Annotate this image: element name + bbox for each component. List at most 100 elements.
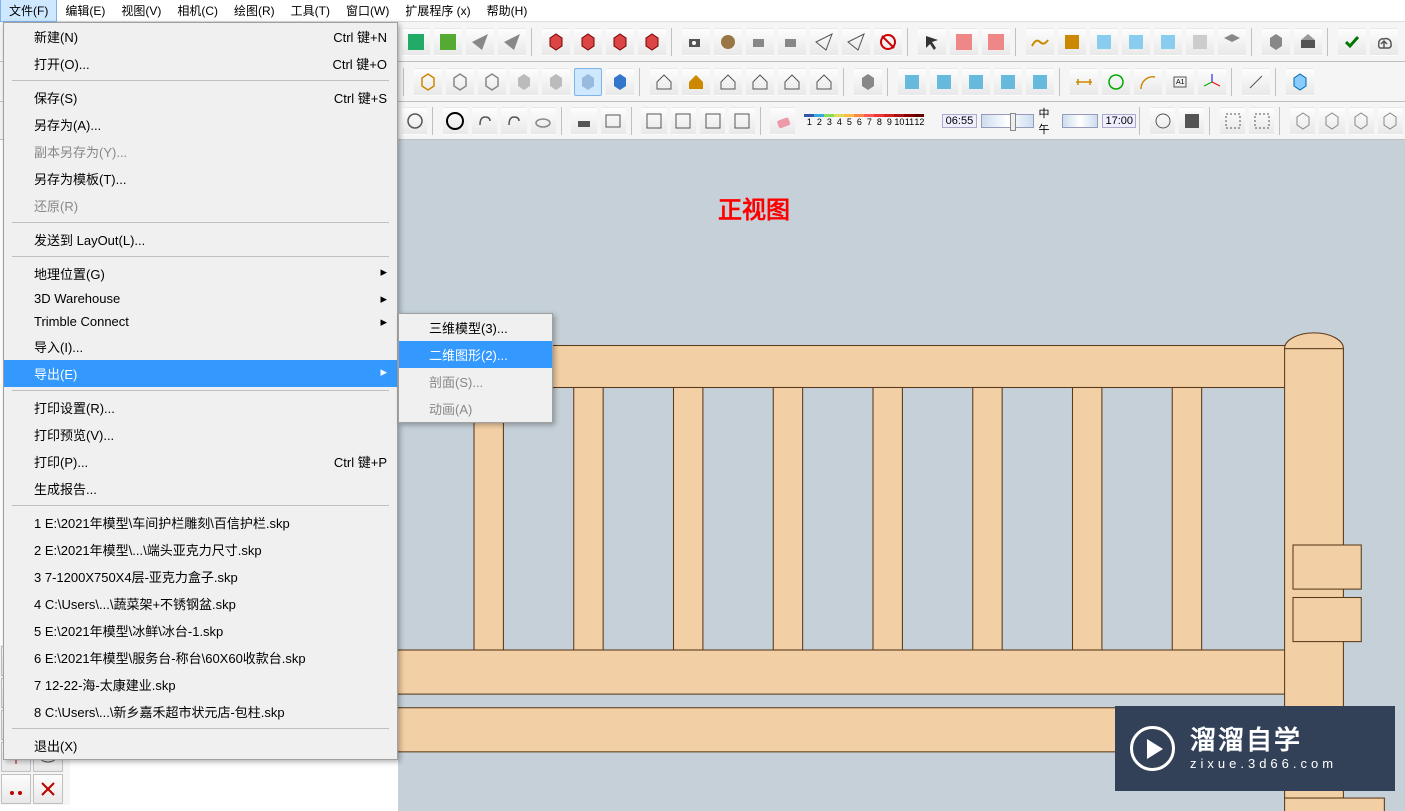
time-slider[interactable] xyxy=(981,114,1035,128)
tb-sand2-icon[interactable] xyxy=(1058,28,1086,56)
tb-r3-g-icon[interactable] xyxy=(1349,107,1374,135)
menu-trimble[interactable]: Trimble Connect▸ xyxy=(4,310,397,333)
menu-recent-3[interactable]: 3 7-1200X750X4层-亚克力盒子.skp xyxy=(4,563,397,590)
tb-dim4-icon[interactable]: A1 xyxy=(1166,68,1194,96)
menu-save[interactable]: 保存(S)Ctrl 键+S xyxy=(4,84,397,111)
export-2d[interactable]: 二维图形(2)... xyxy=(399,341,552,368)
tb-r3-5-icon[interactable] xyxy=(531,107,556,135)
menu-print[interactable]: 打印(P)...Ctrl 键+P xyxy=(4,448,397,475)
tb-sand3-icon[interactable] xyxy=(1090,28,1118,56)
menu-draw[interactable]: 绘图(R) xyxy=(226,0,283,21)
shadow-timebar[interactable]: 1 2 3 4 5 6 7 8 9 10 11 12 xyxy=(804,110,924,132)
tb-r3-7-icon[interactable] xyxy=(601,107,626,135)
menu-new[interactable]: 新建(N)Ctrl 键+N xyxy=(4,23,397,50)
tb-cam7-icon[interactable] xyxy=(874,28,902,56)
tb-r3-1-icon[interactable] xyxy=(402,107,427,135)
export-3d[interactable]: 三维模型(3)... xyxy=(399,314,552,341)
tb-lay1-icon[interactable] xyxy=(898,68,926,96)
menu-printsetup[interactable]: 打印设置(R)... xyxy=(4,394,397,421)
tb-r3-2-icon[interactable] xyxy=(443,107,468,135)
tb-house3-icon[interactable] xyxy=(714,68,742,96)
tb-sand6-icon[interactable] xyxy=(1186,28,1214,56)
menu-file[interactable]: 文件(F) xyxy=(0,0,57,22)
tb-house5-icon[interactable] xyxy=(778,68,806,96)
tb-comp4-icon[interactable] xyxy=(638,28,666,56)
tb-dim2-icon[interactable] xyxy=(1102,68,1130,96)
menu-view[interactable]: 视图(V) xyxy=(113,0,169,21)
tb-house4-icon[interactable] xyxy=(746,68,774,96)
time-slider2[interactable] xyxy=(1062,114,1098,128)
tb-lay2-icon[interactable] xyxy=(930,68,958,96)
menu-3dwh[interactable]: 3D Warehouse▸ xyxy=(4,287,397,310)
tb-r3-a-icon[interactable] xyxy=(1150,107,1175,135)
tb-cube-icon[interactable] xyxy=(1286,68,1314,96)
tb-lay5-icon[interactable] xyxy=(1026,68,1054,96)
tb-box4-icon[interactable] xyxy=(510,68,538,96)
menu-window[interactable]: 窗口(W) xyxy=(338,0,397,21)
menu-recent-4[interactable]: 4 C:\Users\...\蔬菜架+不锈钢盆.skp xyxy=(4,590,397,617)
tb-cam2-icon[interactable] xyxy=(714,28,742,56)
time-end[interactable]: 17:00 xyxy=(1102,114,1136,128)
tb-wh2-icon[interactable] xyxy=(1294,28,1322,56)
sidetool-walk[interactable] xyxy=(1,774,31,804)
tb-comp1-icon[interactable] xyxy=(542,28,570,56)
tb-house6-icon[interactable] xyxy=(810,68,838,96)
tb-r3-6-icon[interactable] xyxy=(571,107,596,135)
tb-eraser-icon[interactable] xyxy=(770,107,795,135)
menu-recent-6[interactable]: 6 E:\2021年模型\服务台-称台\60X60收款台.skp xyxy=(4,644,397,671)
tb-cam4-icon[interactable] xyxy=(778,28,806,56)
menu-ext[interactable]: 扩展程序 (x) xyxy=(397,0,478,21)
tb-r3-9-icon[interactable] xyxy=(671,107,696,135)
tb-sel1-icon[interactable] xyxy=(918,28,946,56)
tb-cam5-icon[interactable] xyxy=(810,28,838,56)
tb-box5-icon[interactable] xyxy=(542,68,570,96)
tb-box1-icon[interactable] xyxy=(414,68,442,96)
tb-cam3-icon[interactable] xyxy=(746,28,774,56)
tb-r3-d-icon[interactable] xyxy=(1249,107,1274,135)
sidetool-x[interactable] xyxy=(33,774,63,804)
tb-sel3-icon[interactable] xyxy=(982,28,1010,56)
viewport[interactable]: 正视图 溜溜自学 xyxy=(398,140,1405,811)
tb-house1-icon[interactable] xyxy=(650,68,678,96)
tb-map-icon[interactable] xyxy=(434,28,462,56)
tb-wh1-icon[interactable] xyxy=(1262,28,1290,56)
tb-geo-icon[interactable] xyxy=(402,28,430,56)
tb-house2-icon[interactable] xyxy=(682,68,710,96)
menu-camera[interactable]: 相机(C) xyxy=(169,0,226,21)
tb-lay3-icon[interactable] xyxy=(962,68,990,96)
menu-geoloc[interactable]: 地理位置(G)▸ xyxy=(4,260,397,287)
tb-r3-e-icon[interactable] xyxy=(1290,107,1315,135)
tb-comp2-icon[interactable] xyxy=(574,28,602,56)
tb-box3-icon[interactable] xyxy=(478,68,506,96)
tb-r3-h-icon[interactable] xyxy=(1378,107,1403,135)
tb-lay4-icon[interactable] xyxy=(994,68,1022,96)
tb-r3-f-icon[interactable] xyxy=(1319,107,1344,135)
tb-comp3-icon[interactable] xyxy=(606,28,634,56)
tb-r3-3-icon[interactable] xyxy=(472,107,497,135)
tb-cam6-icon[interactable] xyxy=(842,28,870,56)
tb-send-icon[interactable] xyxy=(466,28,494,56)
tb-axes-icon[interactable] xyxy=(1198,68,1226,96)
tb-box6-icon[interactable] xyxy=(574,68,602,96)
menu-open[interactable]: 打开(O)...Ctrl 键+O xyxy=(4,50,397,77)
tb-sand5-icon[interactable] xyxy=(1154,28,1182,56)
tb-r3-c-icon[interactable] xyxy=(1220,107,1245,135)
tb-sand1-icon[interactable] xyxy=(1026,28,1054,56)
menu-export[interactable]: 导出(E)▸ xyxy=(4,360,397,387)
menu-savetpl[interactable]: 另存为模板(T)... xyxy=(4,165,397,192)
menu-saveas[interactable]: 另存为(A)... xyxy=(4,111,397,138)
time-start[interactable]: 06:55 xyxy=(942,114,976,128)
tb-dim1-icon[interactable] xyxy=(1070,68,1098,96)
tb-sand7-icon[interactable] xyxy=(1218,28,1246,56)
tb-dim3-icon[interactable] xyxy=(1134,68,1162,96)
menu-genreport[interactable]: 生成报告... xyxy=(4,475,397,502)
tb-cloud-icon[interactable] xyxy=(1370,28,1398,56)
menu-recent-5[interactable]: 5 E:\2021年模型\冰鲜\冰台-1.skp xyxy=(4,617,397,644)
tb-send2-icon[interactable] xyxy=(498,28,526,56)
tb-r3-11-icon[interactable] xyxy=(729,107,754,135)
tb-cam1-icon[interactable] xyxy=(682,28,710,56)
menu-help[interactable]: 帮助(H) xyxy=(479,0,536,21)
tb-r3-4-icon[interactable] xyxy=(501,107,526,135)
menu-import[interactable]: 导入(I)... xyxy=(4,333,397,360)
tb-r3-8-icon[interactable] xyxy=(641,107,666,135)
